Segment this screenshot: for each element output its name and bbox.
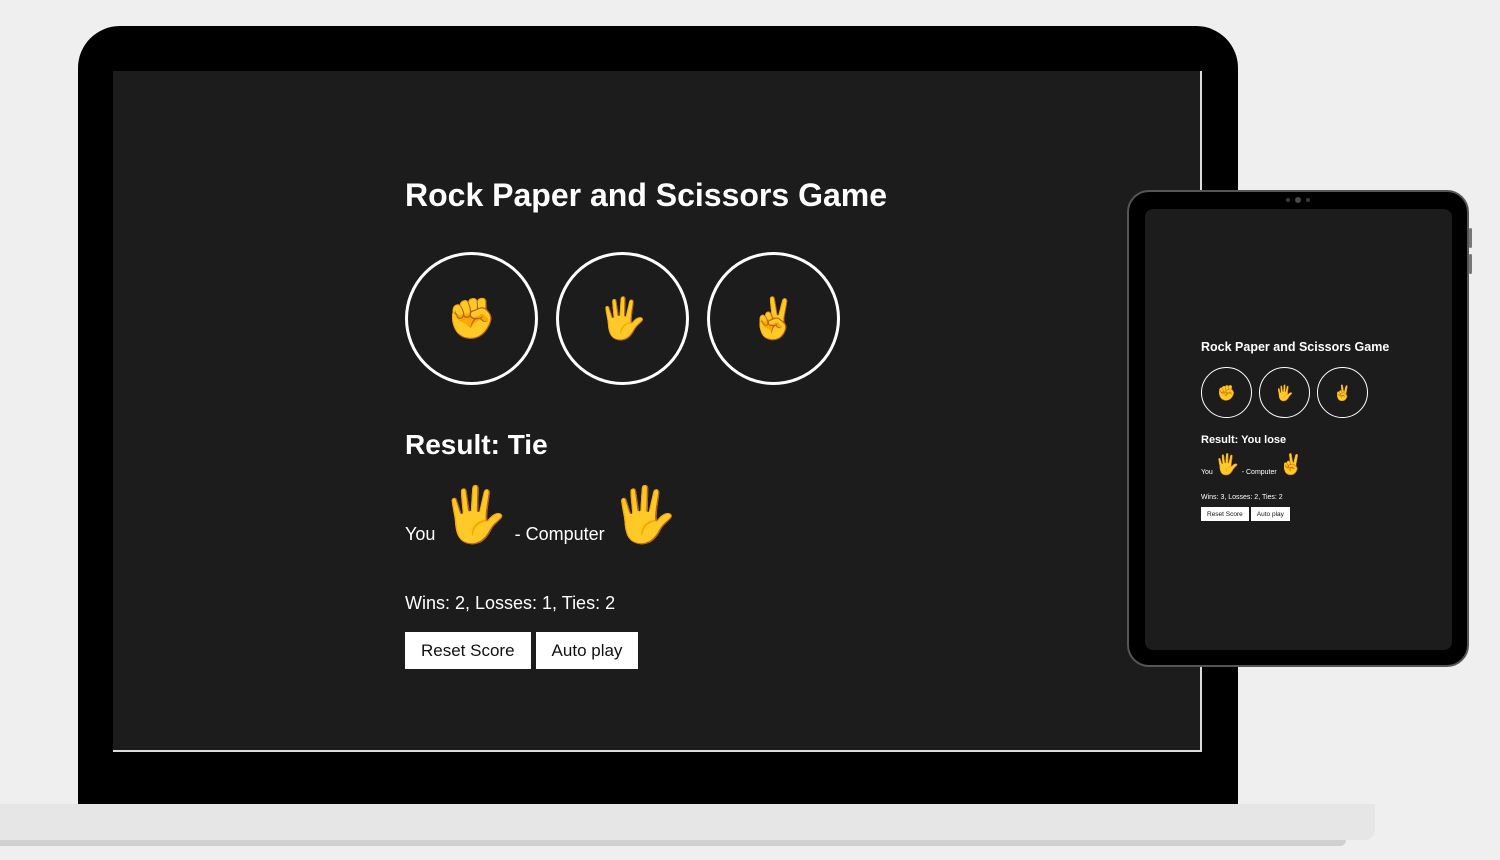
tablet-rock-button[interactable]: ✊ (1201, 367, 1252, 418)
tablet-computer-label: - Computer (1241, 469, 1277, 476)
move-buttons: ✊ 🖐️ ✌️ (405, 252, 887, 385)
tablet-moves-summary: You 🖐️ - Computer ✌️ (1201, 454, 1389, 476)
tablet-game-container: Rock Paper and Scissors Game ✊ 🖐️ ✌️ Res… (1201, 340, 1389, 521)
game-container: Rock Paper and Scissors Game ✊ 🖐️ ✌️ Res… (405, 177, 887, 669)
victory-hand-icon: ✌️ (748, 297, 799, 341)
score-text: Wins: 2, Losses: 1, Ties: 2 (405, 593, 616, 613)
scissors-button[interactable]: ✌️ (707, 252, 840, 385)
you-label: You (405, 524, 436, 544)
tablet-action-buttons: Reset Score Auto play (1201, 507, 1389, 521)
tablet-camera (1286, 197, 1310, 203)
computer-label: - Computer (514, 524, 605, 544)
tablet-side-button (1469, 228, 1472, 248)
tablet-paper-button[interactable]: 🖐️ (1259, 367, 1310, 418)
tablet-result-text: Result: You lose (1201, 434, 1389, 446)
tablet-screen: Rock Paper and Scissors Game ✊ 🖐️ ✌️ Res… (1145, 209, 1452, 650)
result-label: Result: (405, 429, 500, 460)
tablet-scissors-button[interactable]: ✌️ (1317, 367, 1368, 418)
player-move-icon: 🖐️ (441, 485, 509, 545)
tablet-you-label: You (1201, 469, 1213, 476)
tablet-page-title: Rock Paper and Scissors Game (1201, 340, 1390, 354)
raised-hand-icon: 🖐️ (597, 297, 648, 341)
tablet-auto-play-button[interactable]: Auto play (1250, 507, 1290, 521)
raised-hand-icon: 🖐️ (1275, 384, 1294, 402)
result-value: Tie (507, 429, 548, 460)
rock-button[interactable]: ✊ (405, 252, 538, 385)
tablet-player-move-icon: 🖐️ (1214, 454, 1240, 476)
laptop-screen: Rock Paper and Scissors Game ✊ 🖐️ ✌️ Res… (113, 71, 1202, 752)
action-buttons: Reset Score Auto play (405, 632, 887, 669)
tablet-score-text: Wins: 3, Losses: 2, Ties: 2 (1201, 494, 1283, 501)
paper-button[interactable]: 🖐️ (556, 252, 689, 385)
tablet-result-value: You lose (1241, 434, 1287, 446)
reset-score-button[interactable]: Reset Score (405, 632, 531, 669)
page-title: Rock Paper and Scissors Game (405, 177, 887, 213)
tablet-reset-score-button[interactable]: Reset Score (1201, 507, 1249, 521)
fist-icon: ✊ (1217, 384, 1236, 402)
tablet-computer-move-icon: ✌️ (1278, 454, 1304, 476)
tablet-move-buttons: ✊ 🖐️ ✌️ (1201, 367, 1389, 418)
moves-summary: You 🖐️ - Computer 🖐️ (405, 485, 887, 545)
computer-move-icon: 🖐️ (610, 485, 678, 545)
tablet-device: Rock Paper and Scissors Game ✊ 🖐️ ✌️ Res… (1127, 190, 1472, 667)
result-text: Result: Tie (405, 429, 887, 461)
fist-icon: ✊ (446, 297, 497, 341)
laptop-base (0, 804, 1375, 840)
laptop-base-shadow (0, 840, 1346, 846)
victory-hand-icon: ✌️ (1333, 384, 1352, 402)
auto-play-button[interactable]: Auto play (535, 632, 639, 669)
tablet-result-label: Result: (1201, 434, 1239, 446)
tablet-side-button (1469, 254, 1472, 274)
